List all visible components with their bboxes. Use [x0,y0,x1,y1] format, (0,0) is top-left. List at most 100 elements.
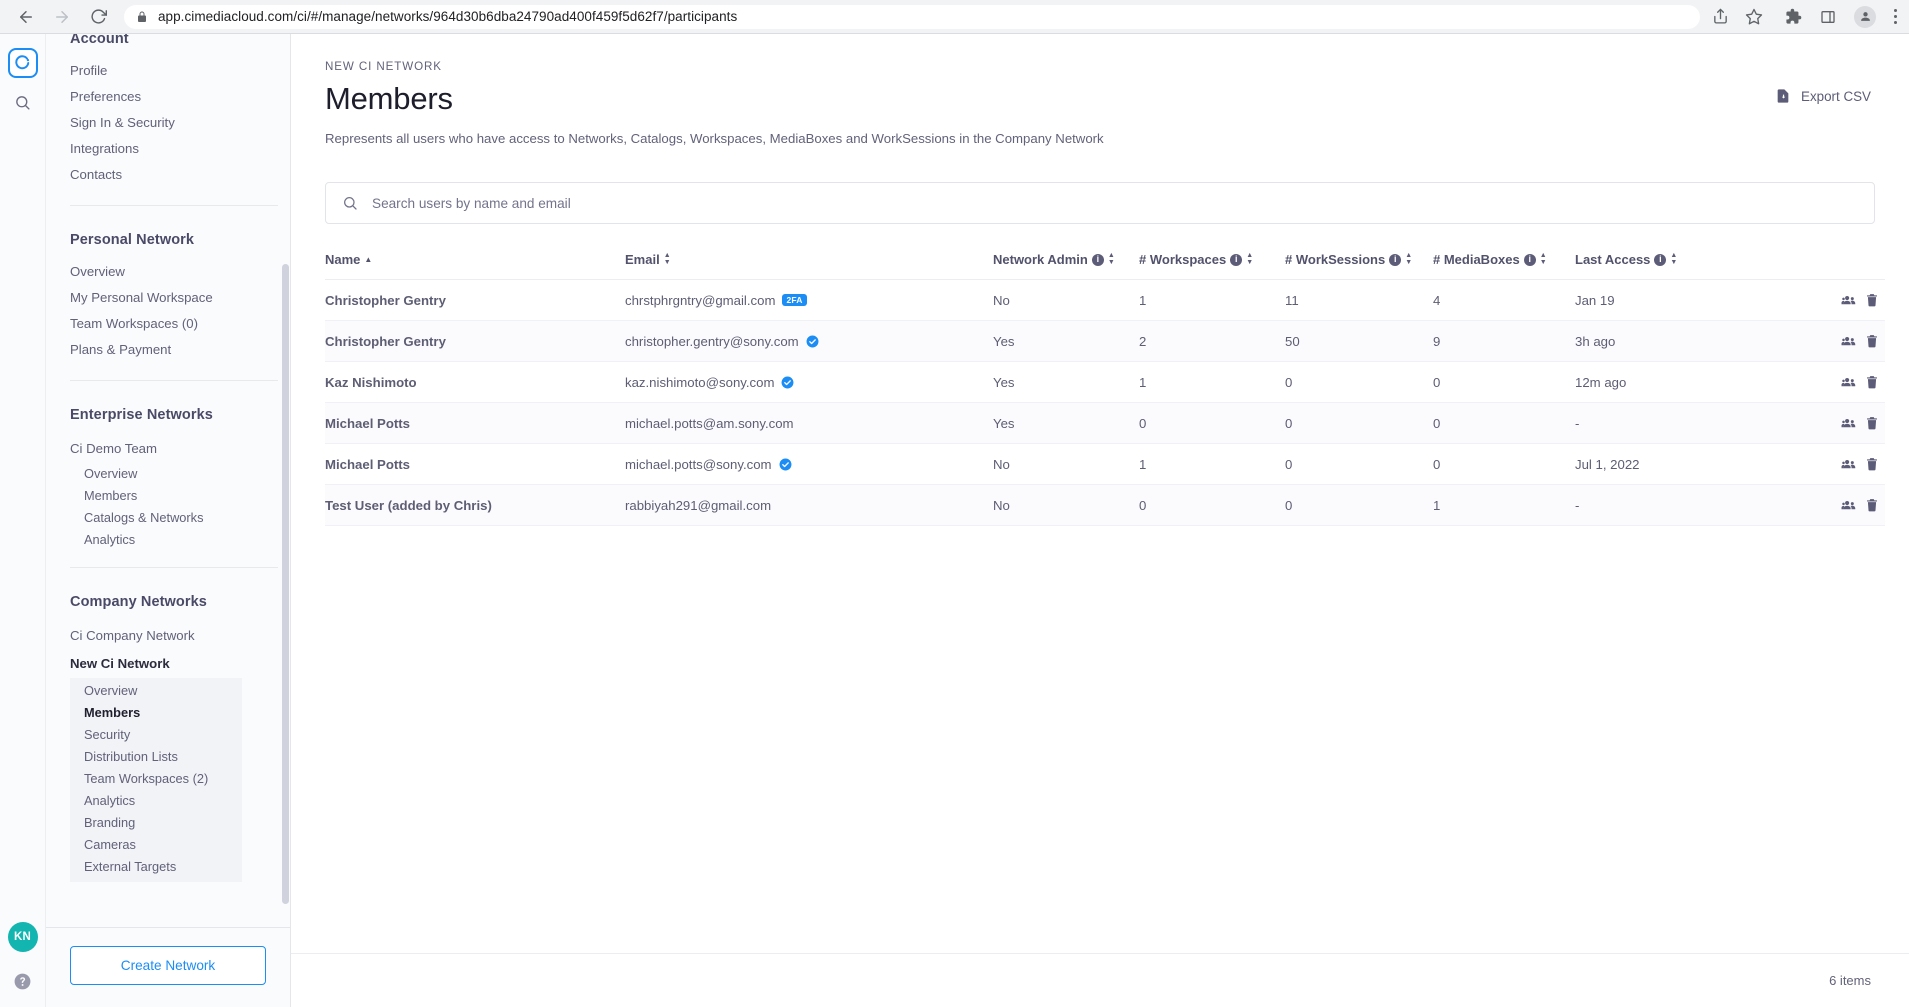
table-row[interactable]: Christopher Gentry christopher.gentry@son… [325,320,1885,362]
sidebar-item-analytics[interactable]: Analytics [84,790,242,812]
item-count: 6 items [1829,973,1871,988]
sidebar-group-company-networks: Company Networks Ci Company Network New … [70,584,278,898]
sidebar-item-my-personal-workspace[interactable]: My Personal Workspace [70,286,278,312]
sidebar-item-demo-analytics[interactable]: Analytics [84,529,278,551]
sidebar-item-external-targets[interactable]: External Targets [84,856,242,878]
lock-icon [136,11,148,23]
sidebar-item-plans-payment[interactable]: Plans & Payment [70,338,278,364]
sidebar-item-overview[interactable]: Overview [70,260,278,286]
sidebar-item-integrations[interactable]: Integrations [70,137,278,163]
rail-search-icon[interactable] [14,94,31,111]
sidebar-group-title: Enterprise Networks [70,407,213,423]
column-header-mediaboxes[interactable]: # MediaBoxes i ▲ ▼ [1433,242,1575,280]
table-row[interactable]: Michael Potts michael.potts@am.sony.com Ye… [325,402,1885,444]
manage-groups-icon[interactable] [1841,457,1857,472]
cell-network-admin: Yes [993,320,1139,362]
delete-member-icon[interactable] [1865,333,1879,349]
sidebar-network-ci-demo-team[interactable]: Ci Demo Team [70,435,278,463]
delete-member-icon[interactable] [1865,292,1879,308]
column-header-last-access[interactable]: Last Access i ▲ ▼ [1575,242,1765,280]
info-icon[interactable]: i [1523,253,1536,266]
column-header-name[interactable]: Name ▲ [325,242,625,280]
manage-groups-icon[interactable] [1841,334,1857,349]
column-header-email[interactable]: Email ▲ ▼ [625,242,993,280]
help-icon[interactable] [13,972,32,991]
cell-mediaboxes: 4 [1433,279,1575,321]
sidebar-item-sign-in-security[interactable]: Sign In & Security [70,111,278,137]
email-text: michael.potts@am.sony.com [625,415,794,431]
cell-email: rabbiyah291@gmail.com [625,484,993,526]
forward-button[interactable] [48,3,76,31]
sidebar-item-cameras[interactable]: Cameras [84,834,242,856]
create-network-button[interactable]: Create Network [70,946,266,985]
sidebar: Account Profile Preferences Sign In & Se… [46,34,291,1007]
sort-icon: ▲ ▼ [1405,252,1413,266]
info-icon[interactable]: i [1654,253,1667,266]
sidebar-item-overview[interactable]: Overview [84,680,242,702]
sidebar-item-profile[interactable]: Profile [70,59,278,85]
sidebar-item-branding[interactable]: Branding [84,812,242,834]
sidebar-item-members[interactable]: Members [84,702,242,724]
column-header-network-admin[interactable]: Network Admin i ▲ ▼ [993,242,1139,280]
sidebar-item-security[interactable]: Security [84,724,242,746]
cell-worksessions: 0 [1285,484,1433,526]
sidebar-scrollbar[interactable] [281,34,290,927]
sidebar-item-demo-overview[interactable]: Overview [84,463,278,485]
cell-email: michael.potts@sony.com [625,443,993,485]
cell-network-admin: No [993,279,1139,321]
table-body: Christopher Gentry chrstphrgntry@gmail.co… [325,279,1885,526]
side-panel-icon[interactable] [1820,9,1836,25]
sidebar-item-demo-catalogs-networks[interactable]: Catalogs & Networks [84,507,278,529]
search-input[interactable] [372,195,1858,211]
user-avatar[interactable]: KN [7,922,38,952]
export-csv-button[interactable]: Export CSV [1775,60,1875,104]
reload-button[interactable] [84,3,112,31]
sidebar-scrollbar-thumb[interactable] [282,264,289,904]
page-header: NEW CI NETWORK Members Represents all us… [325,60,1875,146]
sidebar-network-ci-company-network[interactable]: Ci Company Network [70,622,278,650]
sidebar-item-team-workspaces[interactable]: Team Workspaces (0) [70,312,278,338]
info-icon[interactable]: i [1230,253,1243,266]
cell-last-access: - [1575,402,1765,444]
address-bar[interactable]: app.cimediacloud.com/ci/#/manage/network… [124,4,1700,29]
cell-mediaboxes: 0 [1433,402,1575,444]
column-header-worksessions[interactable]: # WorkSessions i ▲ ▼ [1285,242,1433,280]
delete-member-icon[interactable] [1865,374,1879,390]
share-icon[interactable] [1712,8,1729,25]
sidebar-item-distribution-lists[interactable]: Distribution Lists [84,746,242,768]
chrome-profile-avatar[interactable] [1854,5,1876,28]
extensions-puzzle-icon[interactable] [1785,8,1802,25]
manage-groups-icon[interactable] [1841,416,1857,431]
table-row[interactable]: Christopher Gentry chrstphrgntry@gmail.co… [325,279,1885,321]
delete-member-icon[interactable] [1865,456,1879,472]
table-row[interactable]: Test User (added by Chris) rabbiyah291@gm… [325,484,1885,526]
table-header-row: Name ▲ Email ▲ ▼ Network Admin i ▲ ▼ # Workspa… [325,242,1885,280]
page-header-text: NEW CI NETWORK Members Represents all us… [325,60,1104,146]
sidebar-item-demo-members[interactable]: Members [84,485,278,507]
sidebar-item-contacts[interactable]: Contacts [70,163,278,189]
column-header-label: Email [625,252,660,267]
info-icon[interactable]: i [1389,253,1402,266]
sidebar-network-new-ci-network[interactable]: New Ci Network [70,650,278,678]
cell-workspaces: 1 [1139,279,1285,321]
sidebar-group-title: Personal Network [70,232,195,248]
cell-network-admin: Yes [993,361,1139,403]
delete-member-icon[interactable] [1865,497,1879,513]
manage-groups-icon[interactable] [1841,498,1857,513]
members-table: Name ▲ Email ▲ ▼ Network Admin i ▲ ▼ # Workspa… [325,242,1885,526]
sidebar-item-preferences[interactable]: Preferences [70,85,278,111]
table-row[interactable]: Michael Potts michael.potts@sony.com No 1 0 0… [325,443,1885,485]
manage-groups-icon[interactable] [1841,375,1857,390]
bookmark-star-icon[interactable] [1745,8,1763,26]
chrome-menu-icon[interactable] [1894,9,1897,24]
cell-last-access: Jul 1, 2022 [1575,443,1765,485]
column-header-workspaces[interactable]: # Workspaces i ▲ ▼ [1139,242,1285,280]
back-button[interactable] [12,3,40,31]
manage-groups-icon[interactable] [1841,293,1857,308]
info-icon[interactable]: i [1091,253,1104,266]
ci-logo-icon[interactable] [7,48,38,78]
delete-member-icon[interactable] [1865,415,1879,431]
search-bar[interactable] [325,182,1875,224]
sidebar-item-team-workspaces[interactable]: Team Workspaces (2) [84,768,242,790]
table-row[interactable]: Kaz Nishimoto kaz.nishimoto@sony.com Yes 1 0… [325,361,1885,403]
